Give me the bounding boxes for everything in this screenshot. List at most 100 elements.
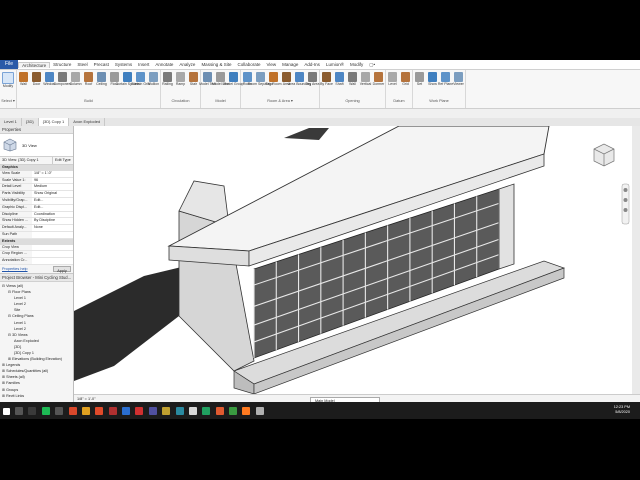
ribbon-button-2-2[interactable]: Model Group: [223, 70, 244, 97]
taskbar-app-icon[interactable]: [255, 407, 264, 415]
taskbar-app-icon[interactable]: [188, 407, 197, 415]
ribbon-button-3-4[interactable]: Area Boundary: [288, 70, 311, 97]
edit-type-button[interactable]: Edit Type: [52, 157, 73, 164]
property-value[interactable]: [32, 231, 73, 238]
menu-tab-5[interactable]: Insert: [135, 62, 152, 67]
ribbon-button-6-2[interactable]: Ref Plane: [438, 70, 453, 97]
select-group-title[interactable]: Select ▾: [1, 97, 15, 105]
menu-tab-2[interactable]: Steel: [74, 62, 90, 67]
properties-help-link[interactable]: Properties help: [0, 265, 51, 273]
view-cube[interactable]: [593, 143, 615, 167]
property-value[interactable]: By Discipline: [32, 218, 73, 225]
ribbon-group-title[interactable]: Room & Area ▾: [241, 97, 319, 105]
property-value[interactable]: 96: [32, 177, 73, 184]
ribbon-button-6-3[interactable]: Viewer: [452, 70, 465, 97]
instance-selector[interactable]: 3D View: {3D} Copy 1: [0, 157, 52, 164]
taskbar-app-icon[interactable]: [162, 407, 171, 415]
browser-item[interactable]: ⊞ Revit Links: [0, 393, 73, 399]
taskbar-app-icon[interactable]: [55, 407, 64, 415]
ribbon-group-title[interactable]: Build: [17, 97, 160, 105]
apply-button[interactable]: Apply: [53, 265, 71, 273]
ribbon-button-6-0[interactable]: Set: [413, 70, 426, 97]
ribbon-button-0-6[interactable]: Ceiling: [95, 70, 108, 97]
taskbar-app-icon[interactable]: [108, 407, 117, 415]
property-value[interactable]: Coordination: [32, 211, 73, 218]
taskbar-app-icon[interactable]: [28, 407, 37, 415]
property-value[interactable]: 1/8" = 1'-0": [32, 170, 73, 177]
ribbon-button-1-1[interactable]: Ramp: [174, 70, 187, 97]
taskbar-clock[interactable]: 12:23 PM 5/8/2020: [614, 405, 630, 415]
menu-tab-1[interactable]: Structure: [50, 62, 74, 67]
modify-label[interactable]: Modify: [3, 84, 13, 88]
property-value[interactable]: [32, 258, 73, 264]
ribbon-button-0-9[interactable]: Curtain Grid: [131, 70, 150, 97]
ribbon-button-1-0[interactable]: Railing: [161, 70, 174, 97]
menu-tab-13[interactable]: Lumion®: [323, 62, 347, 67]
ribbon-button-0-5[interactable]: Roof: [82, 70, 95, 97]
ribbon-button-4-2[interactable]: Wall: [346, 70, 359, 97]
menu-tab-8[interactable]: Massing & Site: [198, 62, 234, 67]
ribbon-button-4-4[interactable]: Dormer: [372, 70, 385, 97]
ribbon-button-0-3[interactable]: Component: [53, 70, 72, 97]
taskbar-app-icon[interactable]: [15, 407, 24, 415]
ribbon-group-title[interactable]: Work Plane: [413, 97, 465, 105]
ribbon-button-4-0[interactable]: By Face: [320, 70, 333, 97]
menu-tab-9[interactable]: Collaborate: [234, 62, 263, 67]
taskbar-app-icon[interactable]: [215, 407, 224, 415]
file-tab[interactable]: File: [0, 60, 19, 69]
navigation-bar[interactable]: [621, 183, 630, 225]
taskbar-app-icon[interactable]: [68, 407, 77, 415]
taskbar-app-icon[interactable]: [81, 407, 90, 415]
ribbon-button-0-4[interactable]: Column: [69, 70, 82, 97]
property-value[interactable]: [32, 244, 73, 251]
taskbar-app-icon[interactable]: [135, 407, 144, 415]
ribbon-button-4-1[interactable]: Shaft: [333, 70, 346, 97]
vertical-scrollbar[interactable]: [632, 126, 640, 394]
document-tab[interactable]: Axon Exploded: [69, 118, 106, 126]
menu-tab-15[interactable]: ▢•: [366, 62, 378, 68]
ribbon-button-5-1[interactable]: Grid: [399, 70, 412, 97]
property-value[interactable]: None: [32, 225, 73, 231]
menu-tab-4[interactable]: Systems: [112, 62, 135, 67]
ribbon-group-title[interactable]: Datum: [386, 97, 412, 105]
taskbar-app-icon[interactable]: [95, 407, 104, 415]
view-scale[interactable]: 1/8" = 1'-0": [74, 397, 96, 401]
property-value[interactable]: Medium: [32, 184, 73, 191]
menu-tab-0[interactable]: Architecture: [18, 61, 51, 68]
property-value[interactable]: Show Original: [32, 191, 73, 197]
start-icon[interactable]: [2, 407, 10, 415]
document-tab[interactable]: {3D}: [22, 118, 39, 126]
ribbon-group-title[interactable]: Opening: [320, 97, 385, 105]
ribbon-button-5-0[interactable]: Level: [386, 70, 399, 97]
menu-tab-3[interactable]: Precast: [91, 62, 112, 67]
property-value[interactable]: Edit...: [32, 197, 73, 204]
ribbon-button-0-0[interactable]: Wall: [17, 70, 30, 97]
document-tab[interactable]: Level 1: [0, 118, 22, 126]
taskbar-app-icon[interactable]: [202, 407, 211, 415]
menu-tab-6[interactable]: Annotate: [152, 62, 176, 67]
ribbon-button-0-10[interactable]: Mullion: [147, 70, 160, 97]
menu-tab-11[interactable]: Manage: [279, 62, 301, 67]
menu-tab-7[interactable]: Analyze: [176, 62, 198, 67]
building-model[interactable]: [74, 126, 632, 394]
menu-tab-10[interactable]: View: [263, 62, 279, 67]
ribbon-group-title[interactable]: Circulation: [161, 97, 200, 105]
taskbar-app-icon[interactable]: [229, 407, 238, 415]
property-value[interactable]: [32, 251, 73, 258]
ribbon-button-4-3[interactable]: Vertical: [359, 70, 372, 97]
property-value[interactable]: Edit...: [32, 204, 73, 211]
modify-cursor-icon[interactable]: [2, 72, 14, 84]
taskbar-app-icon[interactable]: [148, 407, 157, 415]
menu-tab-12[interactable]: Add-Ins: [301, 62, 323, 67]
taskbar-app-icon[interactable]: [41, 407, 50, 415]
document-tab[interactable]: {3D} Copy 1: [38, 118, 70, 126]
taskbar-app-icon[interactable]: [122, 407, 131, 415]
taskbar-app-icon[interactable]: [175, 407, 184, 415]
ribbon-button-3-5[interactable]: Tag Area: [306, 70, 319, 97]
ribbon-button-0-1[interactable]: Door: [30, 70, 43, 97]
ribbon-button-3-2[interactable]: Tag Room: [266, 70, 281, 97]
menu-tab-14[interactable]: Modify: [347, 62, 366, 67]
ribbon-group-title[interactable]: Model: [201, 97, 240, 105]
type-selector[interactable]: 3D View: [0, 134, 73, 157]
taskbar-app-icon[interactable]: [242, 407, 251, 415]
